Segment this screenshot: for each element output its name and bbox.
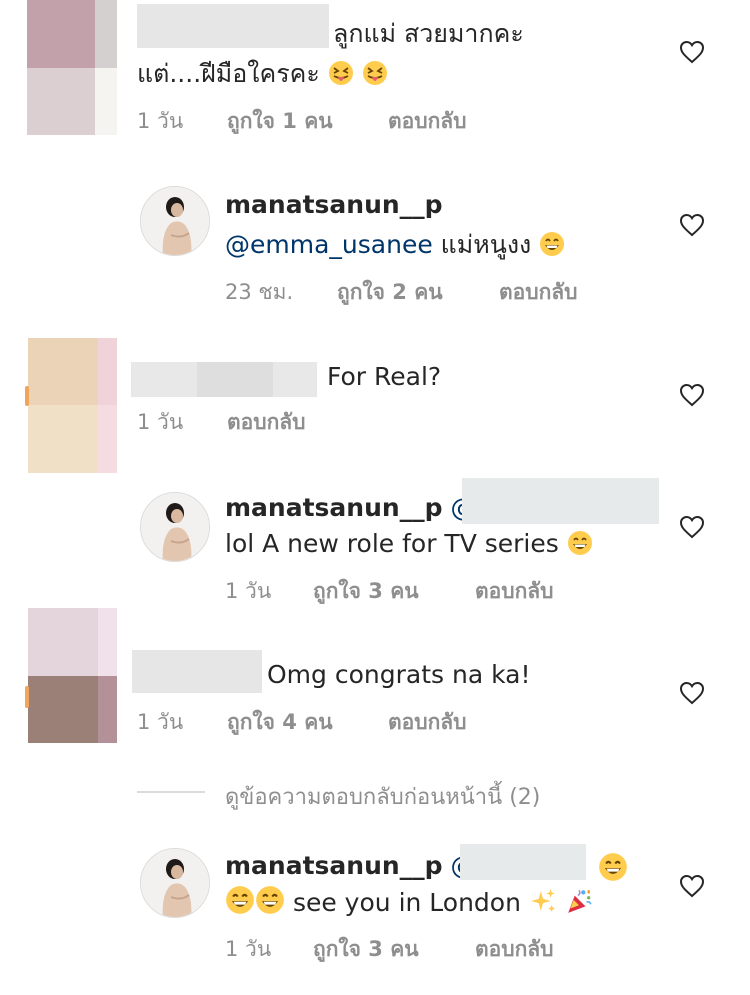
- reply-button[interactable]: ตอบกลับ: [475, 575, 554, 608]
- reply-comment-1: manatsanun__p @emma_usanee แม่หนูงง 23 ช…: [0, 175, 750, 305]
- avatar-pixelated[interactable]: [25, 608, 117, 743]
- blurred-username[interactable]: [132, 650, 262, 693]
- heart-icon[interactable]: [679, 515, 705, 539]
- reply-comment-2: manatsanun__p @ lol A new role for TV se…: [0, 478, 750, 608]
- beaming-face-icon: [256, 886, 284, 914]
- comment-text: For Real?: [327, 362, 442, 391]
- likes-count-link[interactable]: ถูกใจ 2 คน: [337, 276, 443, 309]
- sparkles-icon: [531, 889, 555, 912]
- reply-comment-3: manatsanun__p @ see you in London: [0, 840, 750, 980]
- beaming-face-icon: [567, 531, 592, 555]
- heart-icon[interactable]: [679, 874, 705, 898]
- avatar[interactable]: [140, 848, 210, 918]
- reply-button[interactable]: ตอบกลับ: [388, 706, 467, 739]
- comment-1: ลูกแม่ สวยมากคะ แต่....ฝีมือใครคะ 1 วัน …: [0, 0, 750, 150]
- beaming-face-icon: [540, 232, 565, 256]
- blurred-mention[interactable]: [460, 844, 586, 880]
- comment-time: 23 ชม.: [225, 280, 294, 304]
- comment-header: manatsanun__p @: [225, 491, 476, 525]
- likes-count-link[interactable]: ถูกใจ 4 คน: [227, 706, 333, 739]
- username-link[interactable]: manatsanun__p: [225, 493, 443, 522]
- comment-time: 1 วัน: [137, 410, 184, 434]
- party-popper-icon: [568, 889, 592, 913]
- comment-text: Omg congrats na ka!: [267, 660, 531, 689]
- comment-time: 1 วัน: [225, 937, 272, 961]
- profile-photo: [141, 187, 209, 255]
- avatar-pixelated[interactable]: [27, 0, 117, 135]
- blurred-username[interactable]: [137, 4, 329, 48]
- reply-button[interactable]: ตอบกลับ: [475, 933, 554, 966]
- avatar-pixelated[interactable]: [25, 338, 117, 473]
- comment-text: lol A new role for TV series: [225, 527, 593, 561]
- comment-header: manatsanun__p @: [225, 849, 476, 883]
- comment-2: For Real? 1 วัน ตอบกลับ: [0, 338, 750, 478]
- comment-text-line2: แต่....ฝีมือใครคะ: [137, 57, 388, 91]
- comment-text: see you in London: [225, 885, 593, 920]
- blurred-mention[interactable]: [462, 478, 659, 524]
- reply-button[interactable]: ตอบกลับ: [388, 105, 467, 138]
- likes-count-link[interactable]: ถูกใจ 1 คน: [227, 105, 333, 138]
- reply-button[interactable]: ตอบกลับ: [499, 276, 578, 309]
- heart-icon[interactable]: [679, 40, 705, 64]
- comment-time: 1 วัน: [137, 710, 184, 734]
- avatar[interactable]: [140, 186, 210, 256]
- comment-time: 1 วัน: [137, 109, 184, 133]
- username-link[interactable]: manatsanun__p: [225, 851, 443, 880]
- comment-text: @emma_usanee แม่หนูงง: [225, 228, 565, 262]
- profile-photo: [141, 849, 209, 917]
- view-previous-replies[interactable]: ดูข้อความตอบกลับก่อนหน้านี้ (2): [0, 775, 750, 811]
- squinting-face-with-tongue-icon: [328, 61, 353, 85]
- likes-count-link[interactable]: ถูกใจ 3 คน: [313, 575, 419, 608]
- squinting-face-with-tongue-icon: [362, 61, 387, 85]
- reply-button[interactable]: ตอบกลับ: [227, 406, 306, 439]
- view-previous-replies-label: ดูข้อความตอบกลับก่อนหน้านี้ (2): [225, 785, 541, 810]
- comment-time: 1 วัน: [225, 579, 272, 603]
- beaming-face-icon: [599, 853, 627, 881]
- profile-photo: [141, 493, 209, 561]
- blurred-username[interactable]: [131, 362, 317, 397]
- heart-icon[interactable]: [679, 681, 705, 705]
- heart-icon[interactable]: [679, 383, 705, 407]
- beaming-face-icon: [226, 886, 254, 914]
- likes-count-link[interactable]: ถูกใจ 3 คน: [313, 933, 419, 966]
- username-link[interactable]: manatsanun__p: [225, 188, 443, 222]
- avatar[interactable]: [140, 492, 210, 562]
- mention-link[interactable]: @emma_usanee: [225, 230, 433, 259]
- comment-text: ลูกแม่ สวยมากคะ: [333, 19, 524, 48]
- divider: [137, 791, 205, 793]
- heart-icon[interactable]: [679, 213, 705, 237]
- comment-3: Omg congrats na ka! 1 วัน ถูกใจ 4 คน ตอบ…: [0, 608, 750, 748]
